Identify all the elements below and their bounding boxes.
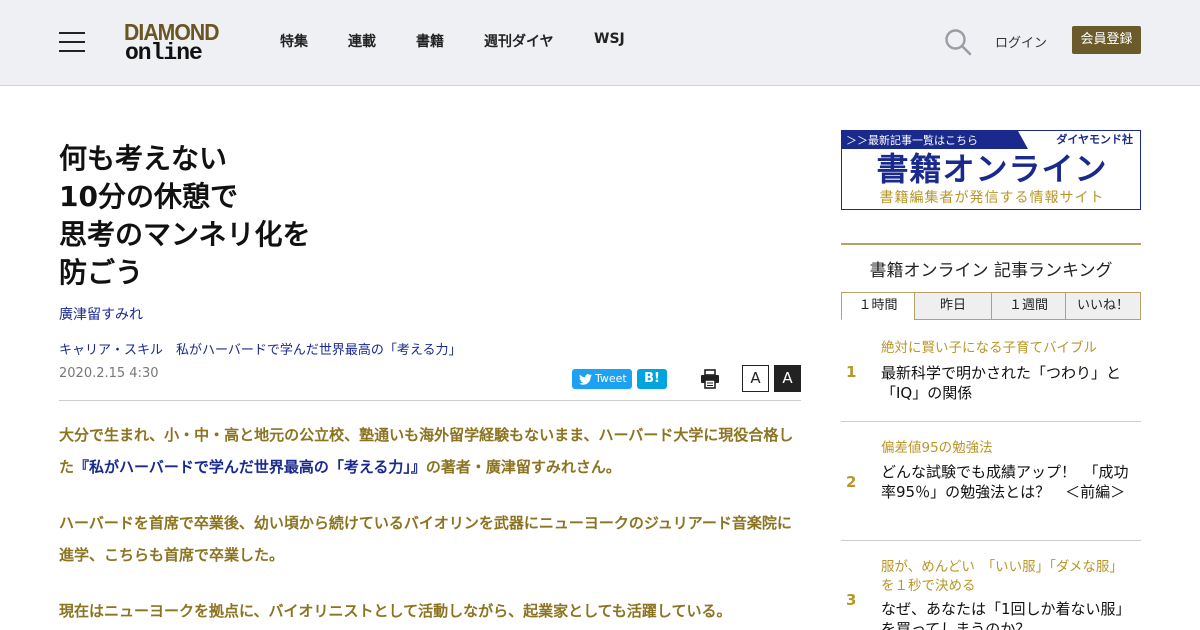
books-online-banner[interactable]: ＞＞最新記事一覧はこちら ダイヤモンド社 書籍オンライン 書籍編集者が発信する情…: [841, 130, 1141, 210]
printer-icon[interactable]: [700, 369, 720, 389]
rank-separator: [841, 421, 1141, 422]
tweet-button[interactable]: Tweet: [572, 369, 632, 389]
nav-item-wsj[interactable]: WSJ: [594, 31, 625, 47]
title-line: 何も考えない: [59, 142, 228, 175]
ranking-item[interactable]: 3 服が、めんどい 「いい服」「ダメな服」を１秒で決める なぜ、あなたは「1回し…: [841, 558, 1141, 630]
banner-latest-link: ＞＞最新記事一覧はこちら: [846, 134, 978, 147]
ranking-tabs: １時間 昨日 １週間 いいね！: [841, 292, 1141, 320]
login-link[interactable]: ログイン: [995, 32, 1047, 51]
twitter-bird-icon: [579, 374, 592, 385]
rank-category: 服が、めんどい 「いい服」「ダメな服」を１秒で決める: [881, 559, 1123, 594]
rank-title: どんな試験でも成績アップ！ 「成功率95％」の勉強法とは？ ＜前編＞: [881, 463, 1129, 501]
title-line: 防ごう: [59, 256, 144, 289]
nav-item-feature[interactable]: 特集: [280, 31, 308, 51]
rank-number: 1: [846, 363, 857, 381]
article-paragraph: 現在はニューヨークを拠点に、バイオリニストとして活動しながら、起業家としても活躍…: [59, 602, 732, 620]
rank-category: 偏差値95の勉強法: [881, 440, 993, 456]
tab-yesterday[interactable]: 昨日: [914, 292, 992, 320]
nav-item-series[interactable]: 連載: [348, 31, 376, 51]
article-paragraph: 大分で生まれ、小・中・高と地元の公立校、塾通いも海外留学経験もないまま、ハーバー…: [59, 419, 801, 483]
paragraph-text: の著者・廣津留すみれさん。: [425, 458, 621, 476]
book-link[interactable]: 『私がハーバードで学んだ世界最高の「考える力」』: [74, 458, 426, 476]
ranking-item[interactable]: 2 偏差値95の勉強法 どんな試験でも成績アップ！ 「成功率95％」の勉強法とは…: [841, 439, 1141, 541]
rank-separator: [841, 540, 1141, 541]
site-header: DIAMOND online 特集 連載 書籍 週刊ダイヤ WSJ ログイン 会…: [0, 0, 1200, 86]
title-line: 思考のマンネリ化を: [59, 218, 311, 251]
tab-1-week[interactable]: １週間: [991, 292, 1066, 320]
hamburger-icon[interactable]: [59, 32, 85, 52]
nav-item-books[interactable]: 書籍: [416, 31, 444, 51]
font-size-large-button[interactable]: A: [774, 365, 801, 392]
font-size-small-button[interactable]: A: [742, 365, 769, 392]
site-logo[interactable]: DIAMOND online: [124, 20, 228, 66]
category-link[interactable]: キャリア・スキル 私がハーバードで学んだ世界最高の「考える力」: [59, 339, 461, 358]
banner-publisher: ダイヤモンド社: [1053, 132, 1136, 148]
article-paragraph: ハーバードを首席で卒業後、幼い頃から続けているバイオリンを武器にニューヨークのジ…: [59, 514, 792, 564]
rank-number: 3: [846, 591, 857, 609]
register-button[interactable]: 会員登録: [1072, 26, 1141, 54]
article-title: 何も考えない 10分の休憩で 思考のマンネリ化を 防ごう: [59, 140, 389, 292]
rank-title: なぜ、あなたは「1回しか着ない服」を買ってしまうのか？: [881, 600, 1131, 630]
banner-subtitle: 書籍編集者が発信する情報サイト: [879, 190, 1105, 206]
rank-category: 絶対に賢い子になる子育てバイブル: [881, 340, 1097, 356]
ranking-heading: 書籍オンライン 記事ランキング: [869, 261, 1113, 281]
banner-title: 書籍オンライン: [876, 150, 1108, 188]
tab-likes[interactable]: いいね！: [1065, 292, 1141, 320]
nav-item-weekly-diamond[interactable]: 週刊ダイヤ: [484, 31, 554, 51]
rank-title: 最新科学で明かされた「つわり」と「IQ」の関係: [881, 364, 1122, 402]
author-link[interactable]: 廣津留すみれ: [59, 304, 143, 324]
tweet-label: Tweet: [595, 372, 627, 385]
tab-1-hour[interactable]: １時間: [841, 292, 915, 320]
article-divider: [59, 400, 801, 401]
banner-slant: [1018, 131, 1028, 149]
logo-line2: online: [125, 40, 203, 66]
rank-number: 2: [846, 473, 857, 491]
ranking-rule: [841, 243, 1141, 245]
title-line: 10分の休憩で: [59, 180, 238, 213]
ranking-item[interactable]: 1 絶対に賢い子になる子育てバイブル 最新科学で明かされた「つわり」と「IQ」の…: [841, 339, 1141, 422]
search-icon[interactable]: [944, 28, 972, 56]
publish-date: 2020.2.15 4:30: [59, 366, 159, 381]
hatena-bookmark-button[interactable]: B!: [637, 369, 667, 389]
